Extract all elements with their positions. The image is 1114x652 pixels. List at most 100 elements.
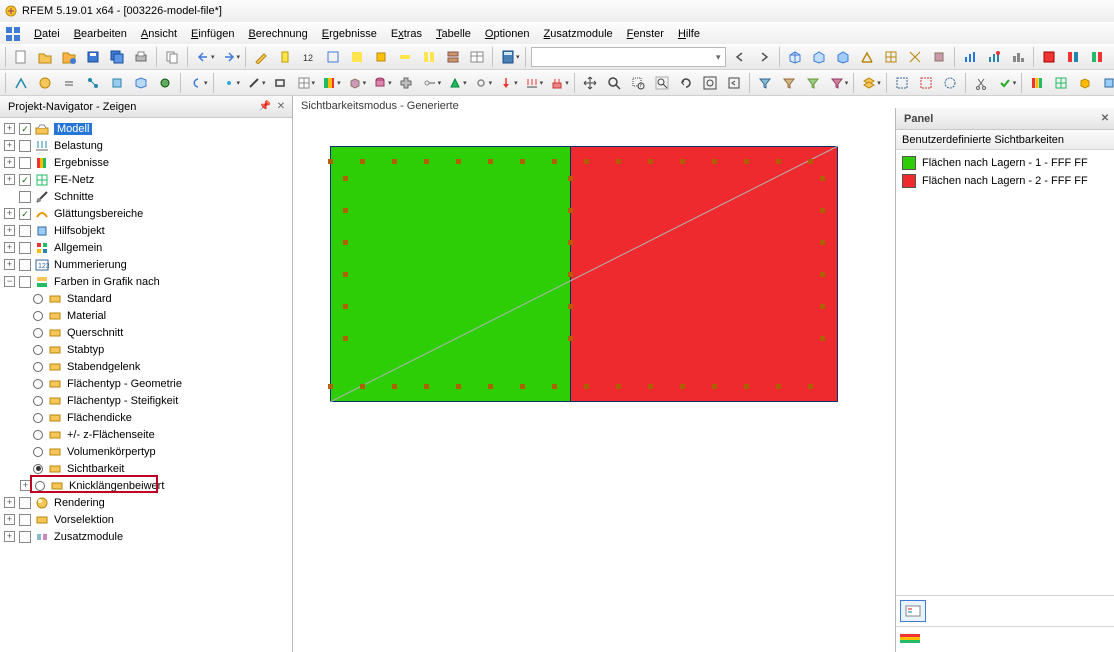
t2-section[interactable]: [395, 72, 417, 94]
t2-sel3[interactable]: [939, 72, 961, 94]
tree-belastung[interactable]: + Belastung: [0, 137, 292, 154]
view-cube1[interactable]: [784, 46, 806, 68]
menu-ergebnisse[interactable]: Ergebnisse: [316, 26, 383, 42]
t2-cbox[interactable]: [1074, 72, 1096, 94]
t2-rotate[interactable]: [675, 72, 697, 94]
menu-datei[interactable]: DDateiatei: [28, 26, 66, 42]
nav-first[interactable]: [729, 46, 751, 68]
view-structure[interactable]: [856, 46, 878, 68]
t2-1[interactable]: [10, 72, 32, 94]
view-mesh[interactable]: [880, 46, 902, 68]
t2-5[interactable]: [106, 72, 128, 94]
t2-rect[interactable]: [269, 72, 291, 94]
t2-sel2[interactable]: [915, 72, 937, 94]
tree-farben[interactable]: − Farben in Grafik nach: [0, 273, 292, 290]
print-button[interactable]: [130, 46, 152, 68]
tree-zseite[interactable]: +/- z-Flächenseite: [0, 426, 292, 443]
t2-4[interactable]: [82, 72, 104, 94]
menu-extras[interactable]: Extras: [385, 26, 428, 42]
tool-style4[interactable]: [394, 46, 416, 68]
tool-style5[interactable]: [418, 46, 440, 68]
chart-2[interactable]: [983, 46, 1005, 68]
t2-panel[interactable]: [1098, 72, 1114, 94]
tree-glaettung[interactable]: +✓ Glättungsbereiche: [0, 205, 292, 222]
menu-fenster[interactable]: Fenster: [621, 26, 670, 42]
loadcase-combo[interactable]: ▾: [531, 47, 726, 67]
tree-standard[interactable]: Standard: [0, 290, 292, 307]
tool-style3[interactable]: [370, 46, 392, 68]
t2-cut[interactable]: [970, 72, 992, 94]
t2-zoom[interactable]: [603, 72, 625, 94]
tree-vorselektion[interactable]: + Vorselektion: [0, 511, 292, 528]
panel-settings-button[interactable]: [900, 600, 926, 622]
tree-rendering[interactable]: + Rendering: [0, 494, 292, 511]
tool-style2[interactable]: [346, 46, 368, 68]
tree-hilfsobj[interactable]: + Hilfsobjekt: [0, 222, 292, 239]
t2-colors2[interactable]: [1026, 72, 1048, 94]
t2-prevview[interactable]: [723, 72, 745, 94]
legend-row-2[interactable]: Flächen nach Lagern - 2 - FFF FF: [902, 172, 1108, 190]
tree-schnitte[interactable]: Schnitte: [0, 188, 292, 205]
menu-optionen[interactable]: Optionen: [479, 26, 536, 42]
menu-tabelle[interactable]: Tabelle: [430, 26, 477, 42]
panel-close[interactable]: ✕: [1098, 112, 1112, 126]
sidebar-pin[interactable]: 📌: [258, 100, 272, 114]
save-button[interactable]: [82, 46, 104, 68]
chart-1[interactable]: [959, 46, 981, 68]
tree-querschnitt[interactable]: Querschnitt: [0, 324, 292, 341]
tool-highlight[interactable]: [274, 46, 296, 68]
tree-fenetz[interactable]: +✓ FE-Netz: [0, 171, 292, 188]
panel-color-button[interactable]: [900, 631, 920, 647]
menu-ansicht[interactable]: Ansicht: [135, 26, 183, 42]
t2-3[interactable]: [58, 72, 80, 94]
t2-filter1[interactable]: [754, 72, 776, 94]
t2-filter2[interactable]: [778, 72, 800, 94]
module-3[interactable]: [1086, 46, 1108, 68]
nav-last[interactable]: [753, 46, 775, 68]
tool-table[interactable]: [466, 46, 488, 68]
t2-mesh[interactable]: [1050, 72, 1072, 94]
tree-zusatz[interactable]: + Zusatzmodule: [0, 528, 292, 545]
chart-3[interactable]: [1007, 46, 1029, 68]
t2-sel1[interactable]: [891, 72, 913, 94]
new-file-button[interactable]: [10, 46, 32, 68]
tree-material[interactable]: Material: [0, 307, 292, 324]
tree-stabtyp[interactable]: Stabtyp: [0, 341, 292, 358]
module-2[interactable]: [1062, 46, 1084, 68]
view-wire[interactable]: [904, 46, 926, 68]
menu-zusatzmodule[interactable]: Zusatzmodule: [538, 26, 619, 42]
tree-volumenkoerper[interactable]: Volumenkörpertyp: [0, 443, 292, 460]
tree-sichtbarkeit[interactable]: Sichtbarkeit: [0, 460, 292, 477]
t2-filter3[interactable]: [802, 72, 824, 94]
tree-allgemein[interactable]: + Allgemein: [0, 239, 292, 256]
t2-move[interactable]: [579, 72, 601, 94]
module-4[interactable]: [1110, 46, 1114, 68]
t2-zoomwin[interactable]: [627, 72, 649, 94]
menu-hilfe[interactable]: Hilfe: [672, 26, 706, 42]
sidebar-close[interactable]: ✕: [274, 100, 288, 114]
t2-2[interactable]: [34, 72, 56, 94]
viewport[interactable]: Sichtbarkeitsmodus - Generierte Panel ✕ …: [293, 96, 1114, 652]
tree-flaechentyp-steif[interactable]: Flächentyp - Steifigkeit: [0, 392, 292, 409]
tool-style1[interactable]: [322, 46, 344, 68]
view-cube2[interactable]: [808, 46, 830, 68]
tool-style6[interactable]: [442, 46, 464, 68]
menu-berechnung[interactable]: Berechnung: [242, 26, 313, 42]
surface-red[interactable]: [570, 146, 838, 402]
tree[interactable]: +✓ Modell + Belastung + Ergebnisse +✓ FE…: [0, 118, 292, 652]
copy-button[interactable]: [161, 46, 183, 68]
tree-ergebnisse[interactable]: + Ergebnisse: [0, 154, 292, 171]
tool-pencil[interactable]: [250, 46, 272, 68]
open-folder-button[interactable]: [58, 46, 80, 68]
t2-viewall[interactable]: [699, 72, 721, 94]
module-1[interactable]: [1038, 46, 1060, 68]
tool-numbers[interactable]: 12: [298, 46, 320, 68]
tree-stabendgelenk[interactable]: Stabendgelenk: [0, 358, 292, 375]
tree-knick[interactable]: + Knicklängenbeiwert: [0, 477, 292, 494]
t2-7[interactable]: [154, 72, 176, 94]
menu-bearbeiten[interactable]: Bearbeiten: [68, 26, 133, 42]
menu-einfuegen[interactable]: Einfügen: [185, 26, 240, 42]
tree-flaechentyp-geom[interactable]: Flächentyp - Geometrie: [0, 375, 292, 392]
legend-row-1[interactable]: Flächen nach Lagern - 1 - FFF FF: [902, 154, 1108, 172]
t2-zall[interactable]: [651, 72, 673, 94]
